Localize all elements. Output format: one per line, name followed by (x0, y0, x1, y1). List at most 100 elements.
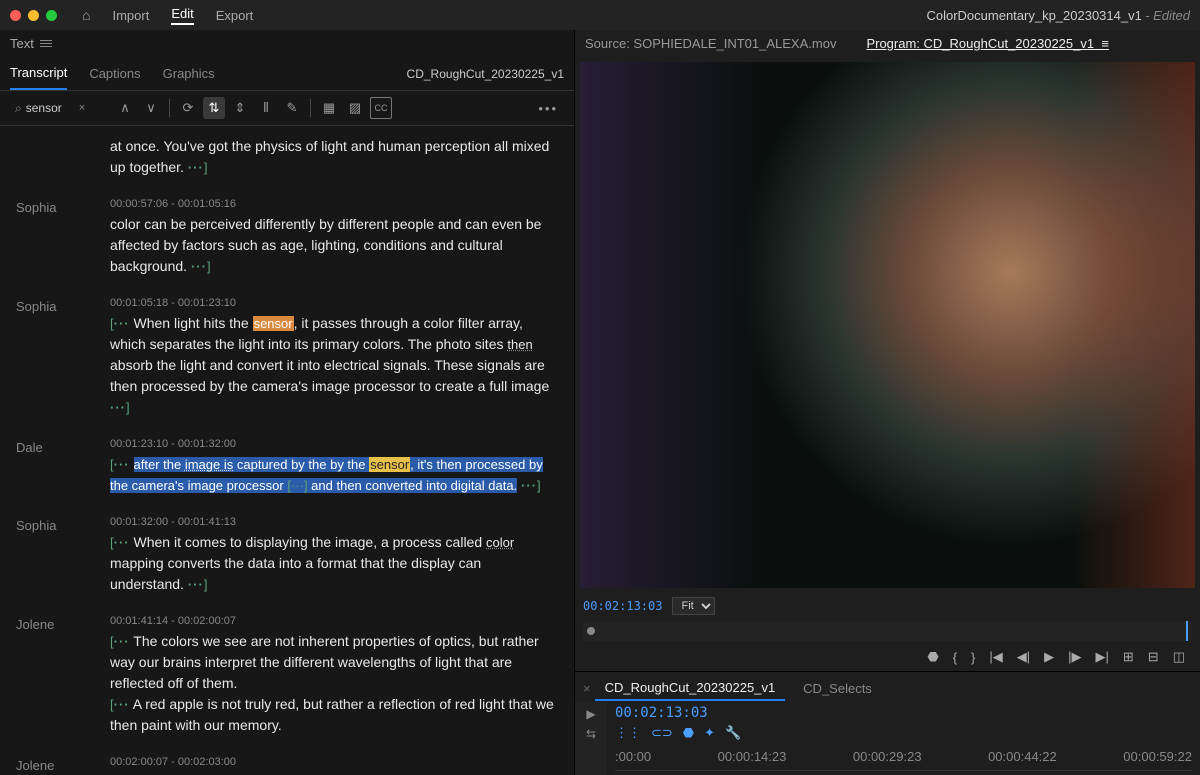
ruler-tick: 00:00:29:23 (853, 749, 922, 764)
transcript-block[interactable]: Jolene00:02:00:07 - 00:02:03:00[··· We c… (10, 746, 564, 775)
maximize-window[interactable] (46, 10, 57, 21)
speaker-label (10, 136, 110, 178)
timeline-tools: ▶ ⇆ (575, 701, 607, 775)
refresh-icon[interactable]: ⟳ (177, 97, 199, 119)
play-icon[interactable]: ▶ (1044, 649, 1054, 665)
speaker-label: Sophia (10, 297, 110, 418)
document-title: ColorDocumentary_kp_20230314_v1 - Edited (926, 8, 1190, 23)
selection-tool-icon[interactable]: ▶ (586, 707, 595, 721)
tab-transcript[interactable]: Transcript (10, 57, 67, 90)
app-title-bar: ⌂ Import Edit Export ColorDocumentary_kp… (0, 0, 1200, 30)
transcript-toolbar: ⌕ × ∧ ∨ ⟳ ⇅ ⇕ ⫴ ✎ ▦ ▨ CC ••• (0, 91, 574, 126)
cc-icon[interactable]: CC (370, 97, 392, 119)
transcript-block[interactable]: Dale00:01:23:10 - 00:01:32:00 [··· after … (10, 428, 564, 506)
go-to-in-icon[interactable]: |◀ (989, 649, 1002, 665)
close-window[interactable] (10, 10, 21, 21)
clear-search[interactable]: × (76, 102, 88, 114)
more-menu[interactable]: ••• (532, 101, 564, 116)
filter-toggle[interactable]: ⇅ (203, 97, 225, 119)
timeline-tab-2[interactable]: CD_Selects (793, 677, 882, 700)
ruler-tick: 00:00:59:22 (1123, 749, 1192, 764)
program-tab[interactable]: Program: CD_RoughCut_20230225_v1 ≡ (866, 36, 1108, 51)
source-program-tabs: Source: SOPHIEDALE_INT01_ALEXA.mov Progr… (575, 30, 1200, 57)
transcript-text[interactable]: [··· When light hits the sensor, it pass… (110, 313, 554, 418)
block-timecode: 00:01:41:14 - 00:02:00:07 (110, 615, 554, 627)
source-tab[interactable]: Source: SOPHIEDALE_INT01_ALEXA.mov (585, 36, 836, 51)
block-timecode: 00:01:32:00 - 00:01:41:13 (110, 516, 554, 528)
viewer-timecode: 00:02:13:03 (583, 599, 662, 613)
marker-icon[interactable]: ⬣ (927, 649, 938, 665)
transcript-block[interactable]: at once. You've got the physics of light… (10, 126, 564, 188)
transport-controls: ⬣ { } |◀ ◀| ▶ |▶ ▶| ⊞ ⊟ ◫ (575, 643, 1200, 671)
insert-clip-icon[interactable]: ⊞ (1123, 649, 1134, 665)
transcript-list[interactable]: at once. You've got the physics of light… (0, 126, 574, 775)
in-point-icon[interactable]: { (953, 650, 957, 665)
overwrite-icon[interactable]: ▨ (344, 97, 366, 119)
workspace-nav: ⌂ Import Edit Export (82, 6, 253, 25)
merge-icon[interactable]: ⇕ (229, 97, 251, 119)
tab-graphics[interactable]: Graphics (163, 58, 215, 89)
step-fwd-icon[interactable]: |▶ (1068, 649, 1081, 665)
link-icon[interactable]: ⊂⊃ (651, 725, 673, 741)
block-timecode: 00:02:00:07 - 00:02:03:00 (110, 756, 554, 768)
panel-menu-icon[interactable] (40, 38, 52, 49)
prev-match[interactable]: ∧ (114, 97, 136, 119)
wrench-icon[interactable]: 🔧 (725, 725, 741, 741)
ruler-tick: 00:00:44:22 (988, 749, 1057, 764)
speaker-label: Jolene (10, 756, 110, 775)
program-panel: Source: SOPHIEDALE_INT01_ALEXA.mov Progr… (575, 30, 1200, 775)
sequence-name: CD_RoughCut_20230225_v1 (407, 67, 564, 81)
viewer-controls: 00:02:13:03 Fit (575, 593, 1200, 619)
search-icon: ⌕ (15, 101, 22, 116)
transcript-text[interactable]: [··· The colors we see are not inherent … (110, 631, 554, 736)
transcript-block[interactable]: Sophia00:01:05:18 - 00:01:23:10 [··· When… (10, 287, 564, 428)
nav-export[interactable]: Export (216, 8, 254, 23)
transcript-text[interactable]: [··· after the image is captured by the … (110, 454, 554, 496)
go-to-out-icon[interactable]: ▶| (1096, 649, 1109, 665)
program-viewer[interactable] (580, 62, 1195, 588)
transcript-block[interactable]: Jolene00:01:41:14 - 00:02:00:07[··· The … (10, 605, 564, 746)
nav-import[interactable]: Import (112, 8, 149, 23)
block-timecode: 00:01:05:18 - 00:01:23:10 (110, 297, 554, 309)
playhead[interactable] (1186, 621, 1188, 641)
split-icon[interactable]: ⫴ (255, 97, 277, 119)
overwrite-clip-icon[interactable]: ⊟ (1148, 649, 1159, 665)
transcript-block[interactable]: Sophia00:01:32:00 - 00:01:41:13 [··· When… (10, 506, 564, 605)
marker-tool-icon[interactable]: ⬣ (683, 725, 694, 741)
block-timecode: 00:00:57:06 - 00:01:05:16 (110, 198, 554, 210)
transcript-text[interactable]: color can be perceived differently by di… (110, 214, 554, 277)
settings-icon[interactable]: ✦ (704, 725, 715, 741)
window-controls (10, 10, 57, 21)
out-point-icon[interactable]: } (971, 650, 975, 665)
scrubber[interactable] (583, 621, 1192, 641)
ruler-tick: :00:00 (615, 749, 651, 764)
zoom-select[interactable]: Fit (672, 597, 715, 615)
timeline-tab-active[interactable]: CD_RoughCut_20230225_v1 (595, 676, 786, 701)
timeline-timecode: 00:02:13:03 (615, 705, 1192, 721)
tab-captions[interactable]: Captions (89, 58, 140, 89)
speaker-label: Sophia (10, 516, 110, 595)
search-input[interactable] (26, 101, 76, 115)
transcript-text[interactable]: [··· When it comes to displaying the ima… (110, 532, 554, 595)
ripple-tool-icon[interactable]: ⇆ (586, 727, 596, 741)
search-box[interactable]: ⌕ × (10, 99, 110, 118)
home-icon[interactable]: ⌂ (82, 7, 90, 23)
edit-icon[interactable]: ✎ (281, 97, 303, 119)
text-tabs: Transcript Captions Graphics CD_RoughCut… (0, 57, 574, 91)
minimize-window[interactable] (28, 10, 39, 21)
step-back-icon[interactable]: ◀| (1017, 649, 1030, 665)
timeline-toggles: ⋮⋮ ⊂⊃ ⬣ ✦ 🔧 (615, 725, 1192, 741)
insert-icon[interactable]: ▦ (318, 97, 340, 119)
timeline-ruler[interactable]: :00:00 00:00:14:23 00:00:29:23 00:00:44:22 0… (615, 747, 1192, 771)
nav-edit[interactable]: Edit (171, 6, 193, 25)
ruler-tick: 00:00:14:23 (718, 749, 787, 764)
speaker-label: Dale (10, 438, 110, 496)
block-timecode: 00:01:23:10 - 00:01:32:00 (110, 438, 554, 450)
export-frame-icon[interactable]: ◫ (1173, 649, 1185, 665)
scrubber-start[interactable] (587, 627, 595, 635)
transcript-block[interactable]: Sophia00:00:57:06 - 00:01:05:16color can… (10, 188, 564, 287)
timeline-panel: × CD_RoughCut_20230225_v1 CD_Selects ▶ ⇆… (575, 671, 1200, 775)
snap-icon[interactable]: ⋮⋮ (615, 725, 641, 741)
transcript-text[interactable]: at once. You've got the physics of light… (110, 136, 554, 178)
next-match[interactable]: ∨ (140, 97, 162, 119)
